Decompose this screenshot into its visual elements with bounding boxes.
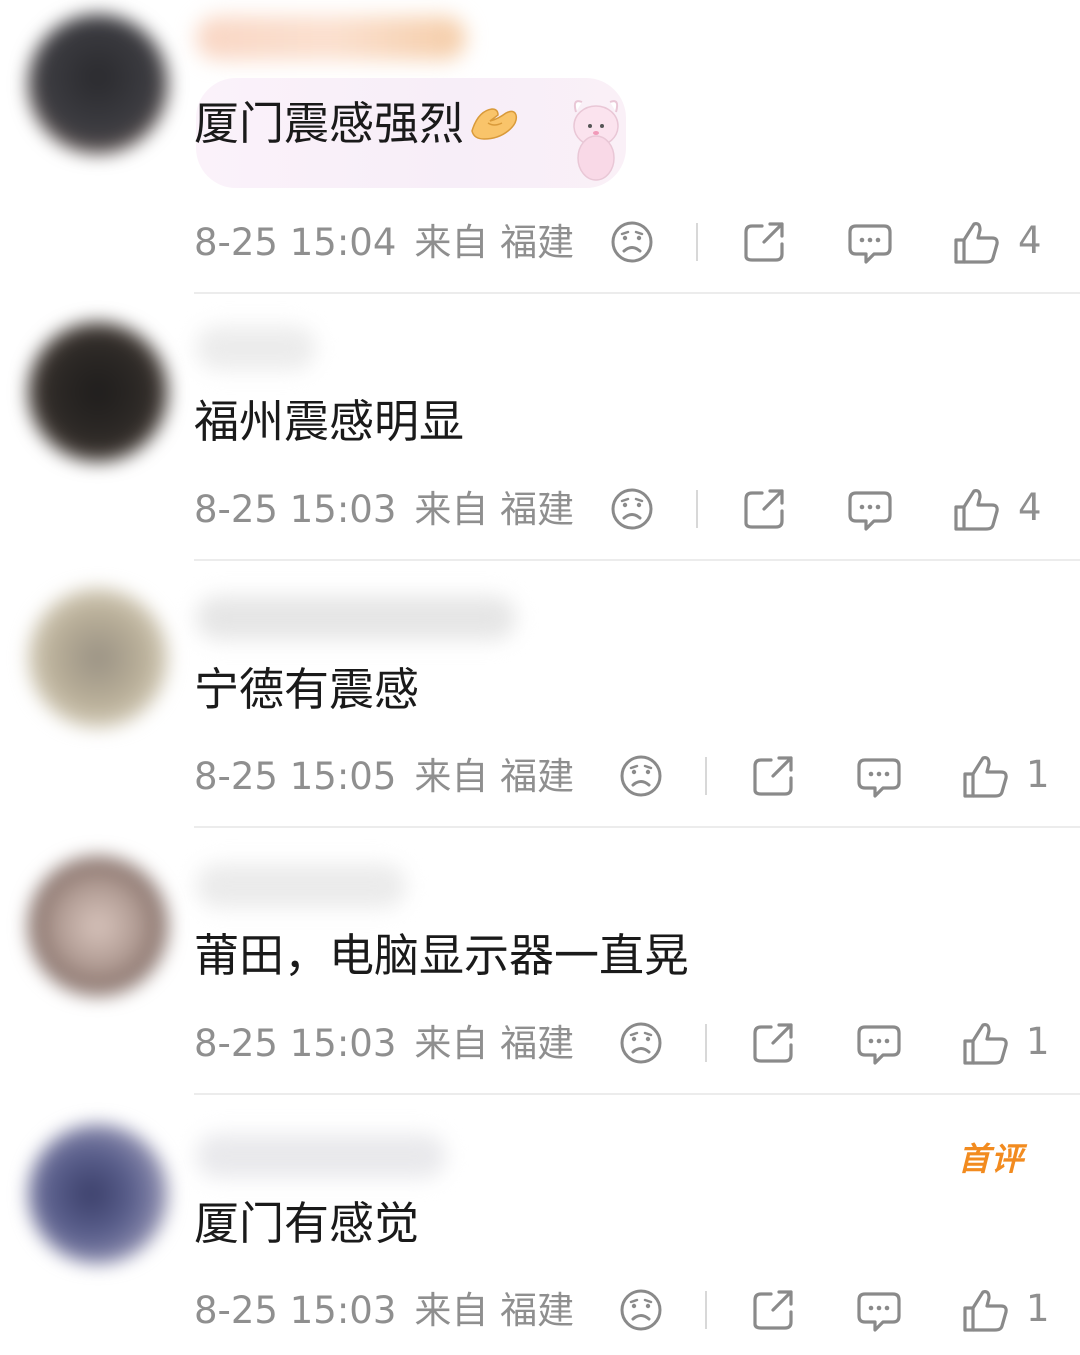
username-blurred[interactable] (196, 16, 466, 60)
comment-actions: 1 (0, 1286, 1080, 1346)
thumbs-up-icon[interactable] (961, 1286, 1009, 1334)
username-blurred[interactable] (196, 864, 406, 908)
avatar[interactable] (28, 322, 168, 462)
username-blurred[interactable] (196, 326, 316, 370)
divider (705, 1291, 707, 1329)
username-blurred[interactable] (196, 596, 516, 640)
comment-text: 厦门有感觉 (194, 1194, 419, 1254)
sad-face-icon[interactable] (617, 752, 665, 800)
like-count: 1 (1026, 753, 1050, 796)
comment-actions: 1 (0, 752, 1080, 812)
comment-bubble-icon[interactable] (846, 485, 894, 533)
comment-actions: 4 (0, 485, 1080, 545)
divider (696, 223, 698, 261)
avatar[interactable] (28, 588, 168, 728)
thumbs-up-icon[interactable] (961, 752, 1009, 800)
comment-divider (194, 292, 1080, 294)
like-count: 4 (1018, 486, 1042, 529)
avatar[interactable] (28, 1124, 168, 1264)
sad-face-icon[interactable] (617, 1286, 665, 1334)
avatar[interactable] (28, 14, 168, 154)
share-icon[interactable] (740, 218, 788, 266)
comment-divider (194, 559, 1080, 561)
share-icon[interactable] (749, 1019, 797, 1067)
thumbs-up-icon[interactable] (952, 485, 1000, 533)
thumbs-up-icon[interactable] (961, 1019, 1009, 1067)
comment-divider (194, 1093, 1080, 1095)
sad-face-icon[interactable] (608, 485, 656, 533)
divider (705, 1024, 707, 1062)
pinched-hands-emoji-icon (471, 108, 518, 140)
comment-text: 莆田，电脑显示器一直晃 (194, 926, 689, 986)
share-icon[interactable] (749, 752, 797, 800)
comment-text: 厦门震感强烈 (194, 94, 520, 154)
comment-bubble-icon[interactable] (846, 218, 894, 266)
comment-text-content: 莆田，电脑显示器一直晃 (194, 929, 690, 982)
comment-bubble-icon[interactable] (855, 1019, 903, 1067)
first-comment-badge: 首评 (958, 1140, 1025, 1178)
bunny-sticker (573, 100, 619, 181)
sad-face-icon[interactable] (617, 1019, 665, 1067)
comment-text-content: 厦门有感觉 (194, 1197, 420, 1250)
comment-text: 福州震感明显 (194, 392, 464, 452)
comment-bubble-icon[interactable] (855, 752, 903, 800)
comment-divider (194, 826, 1080, 828)
divider (696, 490, 698, 528)
thumbs-up-icon[interactable] (952, 218, 1000, 266)
sad-face-icon[interactable] (608, 218, 656, 266)
comment-bubble-icon[interactable] (855, 1286, 903, 1334)
comment-text: 宁德有震感 (194, 660, 419, 720)
like-count: 4 (1018, 219, 1042, 262)
like-count: 1 (1026, 1287, 1050, 1330)
comment-text-content: 福州震感明显 (194, 395, 465, 448)
avatar[interactable] (28, 856, 168, 996)
share-icon[interactable] (749, 1286, 797, 1334)
comment-text-content: 厦门震感强烈 (194, 97, 465, 150)
comment-actions: 4 (0, 218, 1080, 278)
divider (705, 757, 707, 795)
like-count: 1 (1026, 1020, 1050, 1063)
username-blurred[interactable] (196, 1134, 446, 1178)
comment-text-content: 宁德有震感 (194, 663, 420, 716)
comment-actions: 1 (0, 1019, 1080, 1079)
share-icon[interactable] (740, 485, 788, 533)
